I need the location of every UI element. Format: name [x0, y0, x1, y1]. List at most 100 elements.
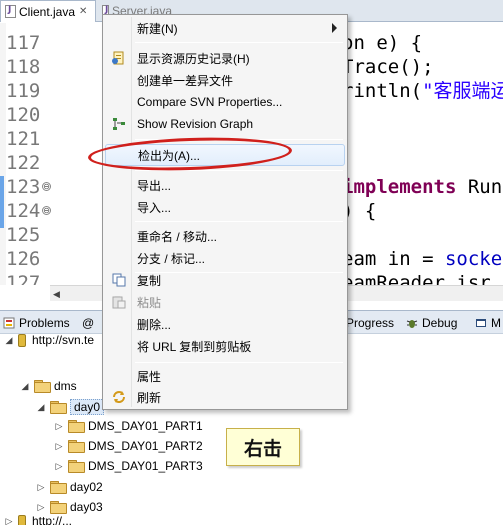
context-menu: 新建(N) 显示资源历史记录(H) 创建单一差异文件 Compare SVN P…: [102, 14, 348, 410]
menu-item-show-history[interactable]: 显示资源历史记录(H): [105, 47, 345, 69]
code-line: eamReader isr: [342, 271, 491, 285]
paste-icon: [112, 296, 126, 309]
menu-item-export[interactable]: 导出...: [105, 174, 345, 196]
menu-item-label: 刷新: [137, 390, 162, 405]
menu-item-label: Compare SVN Properties...: [137, 95, 283, 109]
expand-icon[interactable]: ▷: [4, 516, 14, 525]
tree-root-label: http://svn.te: [32, 333, 95, 347]
java-file-icon: [5, 5, 16, 18]
code-line: Trace();: [342, 55, 434, 79]
menu-item-new[interactable]: 新建(N): [105, 17, 345, 39]
tree-item-day02[interactable]: ▷ day02: [36, 477, 103, 497]
line-number: 126: [6, 248, 41, 270]
menu-item-label: 将 URL 复制到剪贴板: [137, 339, 252, 354]
menu-item-import[interactable]: 导入...: [105, 196, 345, 218]
repository-icon: [18, 333, 26, 347]
problems-icon: [3, 317, 15, 329]
folder-icon: [68, 440, 85, 453]
code-line: on e) {: [342, 31, 422, 55]
tab-client-java[interactable]: Client.java ✕: [0, 0, 96, 22]
code-token: socke: [444, 248, 503, 270]
code-token: Run: [456, 176, 503, 198]
code-token: in: [387, 248, 411, 270]
line-number: 118: [6, 56, 41, 78]
close-icon[interactable]: ✕: [79, 6, 87, 17]
folder-icon: [68, 420, 85, 433]
tree-item-label: DMS_DAY01_PART3: [88, 459, 203, 473]
revision-graph-icon: [113, 118, 125, 130]
tree-item-label: day03: [70, 500, 103, 514]
menu-item-refresh[interactable]: 刷新: [105, 386, 345, 408]
menu-item-branch-tag[interactable]: 分支 / 标记...: [105, 247, 345, 269]
tree-item-part1[interactable]: ▷ DMS_DAY01_PART1: [54, 416, 203, 436]
menu-item-copy[interactable]: 复制: [105, 269, 345, 291]
debug-icon: [406, 320, 418, 328]
menu-item-label: 属性: [137, 369, 162, 384]
tree-item-part3[interactable]: ▷ DMS_DAY01_PART3: [54, 456, 203, 476]
tree-item-label: day0: [70, 399, 105, 415]
collapse-icon[interactable]: ◢: [4, 335, 14, 346]
menu-item-copy-url[interactable]: 将 URL 复制到剪贴板: [105, 335, 345, 357]
menu-separator: [135, 42, 343, 43]
menu-separator: [135, 221, 343, 222]
code-line: eam in = socke: [342, 247, 502, 271]
folder-icon: [50, 501, 67, 514]
line-number: 127: [6, 272, 41, 285]
menu-item-label: 导入...: [137, 200, 172, 215]
expand-icon[interactable]: ▷: [54, 461, 64, 472]
tree-root[interactable]: ◢ http://svn.te: [4, 330, 95, 350]
tab-console[interactable]: M: [475, 311, 501, 335]
menu-item-create-patch[interactable]: 创建单一差异文件: [105, 69, 345, 91]
tree-item-day0[interactable]: ◢ day0: [36, 397, 105, 417]
expand-icon[interactable]: ▷: [54, 441, 64, 452]
menu-item-label: 导出...: [137, 178, 172, 193]
code-line: implements Run: [342, 175, 502, 199]
menu-item-label: 分支 / 标记...: [137, 251, 206, 266]
menu-item-label: 重命名 / 移动...: [137, 229, 218, 244]
submenu-arrow-icon: [332, 23, 337, 33]
menu-item-label: 显示资源历史记录(H): [137, 51, 250, 66]
code-token: eam: [342, 248, 388, 270]
history-icon: [112, 51, 124, 65]
menu-item-delete[interactable]: 删除...: [105, 313, 345, 335]
menu-item-show-revision-graph[interactable]: Show Revision Graph: [105, 113, 345, 135]
tree-item-label: DMS_DAY01_PART2: [88, 439, 203, 453]
folder-icon: [50, 401, 67, 414]
menu-item-label: 复制: [137, 273, 162, 288]
line-number: 121: [6, 128, 41, 150]
menu-item-rename-move[interactable]: 重命名 / 移动...: [105, 225, 345, 247]
scroll-left-icon[interactable]: ◀: [53, 289, 63, 299]
menu-item-label: 创建单一差异文件: [137, 73, 234, 88]
code-token: on e) {: [342, 32, 423, 54]
tab-debug[interactable]: Debug: [406, 311, 457, 335]
tree-root-next[interactable]: ▷ http://...: [4, 515, 72, 525]
code-token: rintln(: [342, 80, 423, 102]
code-token: eamReader isr: [342, 272, 491, 285]
line-number: 119: [6, 80, 41, 102]
refresh-icon: [113, 391, 125, 403]
line-number: 117: [6, 32, 41, 54]
menu-item-label: 新建(N): [137, 21, 178, 36]
tree-item-part2[interactable]: ▷ DMS_DAY01_PART2: [54, 436, 203, 456]
console-icon: [476, 319, 486, 327]
menu-item-properties[interactable]: 属性: [105, 365, 345, 387]
menu-item-paste[interactable]: 粘贴: [105, 291, 345, 313]
tab-progress[interactable]: Progress: [346, 311, 394, 335]
menu-item-compare-svn-properties[interactable]: Compare SVN Properties...: [105, 91, 345, 113]
change-marker: [0, 176, 4, 228]
folder-icon: [34, 380, 51, 393]
collapse-icon[interactable]: ◢: [20, 381, 30, 392]
line-number: 125: [6, 224, 41, 246]
expand-icon[interactable]: ▷: [54, 421, 64, 432]
fold-icon[interactable]: ⊖: [42, 182, 51, 191]
expand-icon[interactable]: ▷: [36, 502, 46, 513]
collapse-icon[interactable]: ◢: [36, 402, 46, 413]
code-line: rintln("客服端运行: [342, 79, 503, 103]
copy-icon: [112, 273, 126, 287]
fold-icon[interactable]: ⊖: [42, 206, 51, 215]
tree-item-dms[interactable]: ◢ dms: [20, 376, 77, 396]
tree-item-day03[interactable]: ▷ day03: [36, 497, 103, 517]
tree-item-label: dms: [54, 379, 77, 393]
tree-item-label: day02: [70, 480, 103, 494]
expand-icon[interactable]: ▷: [36, 482, 46, 493]
